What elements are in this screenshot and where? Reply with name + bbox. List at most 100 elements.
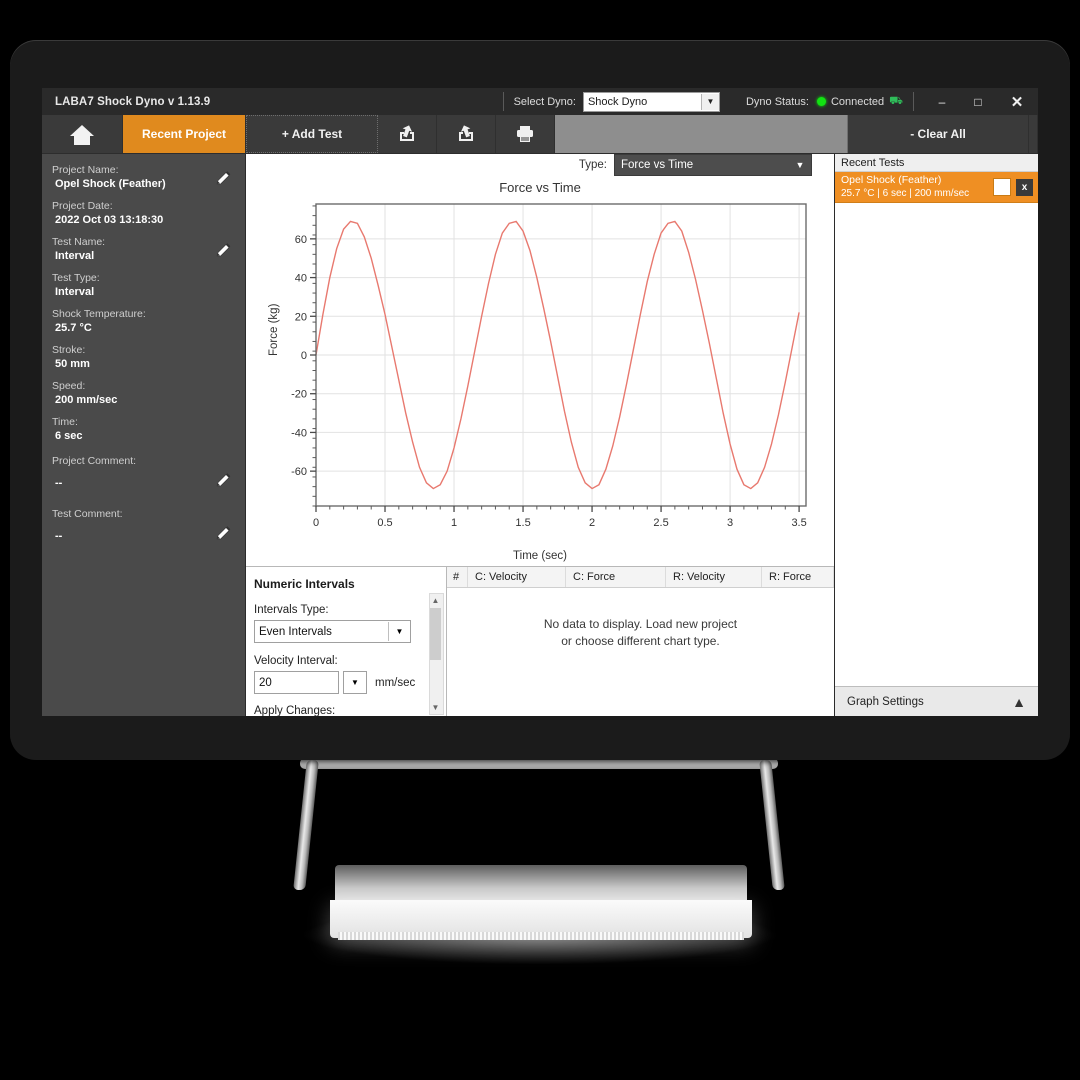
monitor-base-vent: [338, 932, 744, 940]
intervals-type-dropdown[interactable]: Even Intervals ▼: [254, 620, 411, 643]
recent-tests-header: Recent Tests: [835, 154, 1038, 172]
chart-x-axis-label: Time (sec): [513, 550, 567, 562]
svg-text:0: 0: [301, 350, 307, 362]
home-button[interactable]: [42, 115, 123, 153]
field-value: Interval: [55, 250, 95, 262]
field-project-date: Project Date: 2022 Oct 03 13:18:30: [42, 198, 245, 234]
column-header-index[interactable]: #: [447, 567, 468, 587]
intervals-type-label: Intervals Type:: [254, 604, 329, 616]
recent-test-item[interactable]: Opel Shock (Feather) 25.7 °C | 6 sec | 2…: [835, 172, 1038, 203]
main-toolbar: Recent Project + Add Test - Clear All: [42, 115, 1038, 154]
svg-text:0.5: 0.5: [377, 517, 392, 529]
numeric-intervals-title: Numeric Intervals: [254, 577, 355, 591]
svg-text:2.5: 2.5: [653, 517, 668, 529]
velocity-interval-unit: mm/sec: [375, 676, 416, 689]
svg-text:20: 20: [295, 311, 307, 323]
recent-test-checkbox[interactable]: [993, 178, 1011, 196]
field-label: Test Name:: [52, 236, 106, 248]
select-dyno-label: Select Dyno:: [513, 95, 576, 108]
recent-tests-list-empty-area: [835, 203, 1038, 686]
dyno-status-label: Dyno Status:: [745, 95, 809, 108]
field-label: Test Type:: [52, 272, 100, 284]
minimize-button[interactable]: –: [924, 88, 960, 115]
chevron-up-icon: ▲: [1012, 694, 1026, 710]
recent-test-meta: 25.7 °C | 6 sec | 200 mm/sec: [841, 188, 970, 199]
close-button[interactable]: ✕: [996, 88, 1038, 115]
graph-settings-label: Graph Settings: [847, 696, 924, 708]
field-label: Shock Temperature:: [52, 308, 146, 320]
center-column: Type: Force vs Time ▼ Force vs Time Forc…: [245, 154, 834, 716]
monitor-stand-right-arm: [759, 760, 785, 890]
column-header-c-velocity[interactable]: C: Velocity: [468, 567, 566, 587]
export-button[interactable]: [378, 115, 437, 153]
home-icon: [70, 123, 94, 145]
import-icon: [459, 125, 473, 141]
svg-text:-20: -20: [291, 389, 307, 401]
field-stroke: Stroke: 50 mm: [42, 342, 245, 378]
chart-type-dropdown[interactable]: Force vs Time ▼: [614, 154, 812, 176]
chart-y-axis-label: Force (kg): [268, 303, 280, 356]
edit-pencil-icon[interactable]: [215, 525, 233, 543]
svg-text:2: 2: [589, 517, 595, 529]
field-shock-temperature: Shock Temperature: 25.7 °C: [42, 306, 245, 342]
numeric-intervals-panel: Numeric Intervals Intervals Type: Even I…: [246, 567, 447, 716]
import-button[interactable]: [437, 115, 496, 153]
graph-settings-bar[interactable]: Graph Settings ▲: [835, 686, 1038, 716]
velocity-interval-stepper[interactable]: ▼: [343, 671, 367, 694]
chart-container: Force vs Time Force (kg) Time (sec) -60-…: [246, 176, 834, 566]
column-header-c-force[interactable]: C: Force: [566, 567, 666, 587]
field-label: Project Name:: [52, 164, 119, 176]
empty-message-line-2: or choose different chart type.: [561, 633, 720, 648]
svg-text:3: 3: [727, 517, 733, 529]
column-header-r-velocity[interactable]: R: Velocity: [666, 567, 762, 587]
scroll-down-icon[interactable]: ▼: [430, 701, 441, 714]
field-label: Project Date:: [52, 200, 113, 212]
project-info-panel: Project Name: Opel Shock (Feather) Proje…: [42, 154, 245, 716]
chevron-down-icon: ▼: [795, 160, 805, 170]
field-value: Interval: [55, 286, 95, 298]
app-body: Project Name: Opel Shock (Feather) Proje…: [42, 154, 1038, 716]
scroll-up-icon[interactable]: ▲: [430, 594, 441, 607]
field-test-name: Test Name: Interval: [42, 234, 245, 270]
scrollbar-thumb[interactable]: [430, 608, 441, 660]
application-window: LABA7 Shock Dyno v 1.13.9 Select Dyno: S…: [42, 88, 1038, 716]
edit-pencil-icon[interactable]: [215, 242, 233, 260]
app-title: LABA7 Shock Dyno v 1.13.9: [55, 95, 211, 108]
svg-text:0: 0: [313, 517, 319, 529]
field-label: Speed:: [52, 380, 86, 392]
print-icon: [517, 126, 533, 142]
maximize-button[interactable]: □: [960, 88, 996, 115]
svg-text:3.5: 3.5: [791, 517, 806, 529]
title-bar: LABA7 Shock Dyno v 1.13.9 Select Dyno: S…: [42, 88, 1038, 115]
velocity-interval-label: Velocity Interval:: [254, 655, 338, 667]
select-dyno-dropdown[interactable]: Shock Dyno ▼: [582, 91, 720, 112]
table-empty-message: No data to display. Load new project or …: [447, 588, 834, 716]
divider: [913, 92, 914, 111]
field-label: Time:: [52, 416, 78, 428]
column-header-r-force[interactable]: R: Force: [762, 567, 834, 587]
recent-test-name: Opel Shock (Feather): [841, 174, 942, 186]
clear-all-button[interactable]: - Clear All: [848, 115, 1029, 153]
velocity-interval-input[interactable]: 20: [254, 671, 339, 694]
chevron-down-icon: ▼: [700, 93, 719, 110]
field-label: Test Comment:: [52, 508, 123, 520]
export-icon: [400, 125, 414, 141]
dyno-status-value: Connected: [830, 95, 885, 108]
field-project-comment: Project Comment: --: [42, 450, 245, 497]
chart-plot-area: -60 -40 -20 0 20 40 60 0 0.5 1 1.5 2 2.5 3 3.5: [291, 203, 807, 529]
recent-project-button[interactable]: Recent Project: [123, 115, 246, 153]
edit-pencil-icon[interactable]: [215, 170, 233, 188]
intervals-scrollbar[interactable]: ▲ ▼: [429, 593, 444, 715]
status-indicator-dot: [816, 97, 826, 106]
edit-pencil-icon[interactable]: [215, 472, 233, 490]
field-value: 2022 Oct 03 13:18:30: [55, 214, 164, 226]
field-value: Opel Shock (Feather): [55, 178, 166, 190]
intervals-type-value: Even Intervals: [259, 625, 332, 638]
field-value: 6 sec: [55, 430, 83, 442]
recent-test-remove-button[interactable]: x: [1016, 178, 1033, 196]
add-test-button[interactable]: + Add Test: [246, 115, 378, 153]
print-button[interactable]: [496, 115, 555, 153]
svg-text:-60: -60: [291, 466, 307, 478]
select-dyno-value: Shock Dyno: [587, 95, 648, 108]
chart-type-value: Force vs Time: [621, 159, 694, 171]
